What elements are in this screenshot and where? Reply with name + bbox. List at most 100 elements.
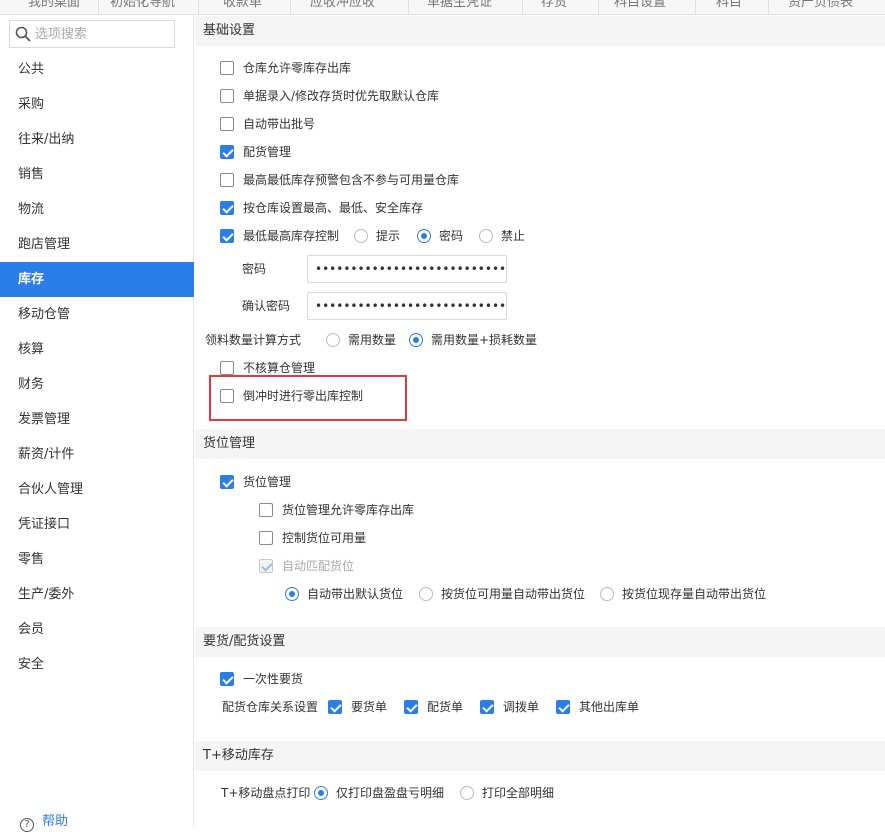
section-basic-title: 基础设置 <box>195 16 885 46</box>
sidebar-item-sales[interactable]: 销售 <box>0 157 194 192</box>
checkbox-checked[interactable] <box>220 229 234 243</box>
tab-receipt[interactable]: 收款单 <box>223 0 262 14</box>
checkbox-checked[interactable] <box>404 700 418 714</box>
tab-inventory[interactable]: 存货 <box>541 0 567 14</box>
checkbox[interactable] <box>220 117 234 131</box>
radio-calc-required-loss[interactable]: 需用数量+损耗数量 <box>409 329 537 351</box>
section-mobile-title: T+移动库存 <box>195 741 885 771</box>
password-label: 密码 <box>242 262 267 276</box>
checkbox-checked[interactable] <box>220 672 234 686</box>
mobile-print-label: T+移动盘点打印 <box>221 786 311 800</box>
sidebar-item-public[interactable]: 公共 <box>0 52 194 87</box>
radio[interactable] <box>460 786 474 800</box>
password-field[interactable] <box>307 255 507 283</box>
option-distribution-order[interactable]: 配货单 <box>404 696 463 718</box>
option-location-zero-stock[interactable]: 货位管理允许零库存出库 <box>259 499 414 521</box>
tab-my-desktop[interactable]: 我的桌面 <box>28 0 80 14</box>
sidebar-item-security[interactable]: 安全 <box>0 647 194 682</box>
sidebar-item-inventory[interactable]: 库存 <box>0 262 194 297</box>
option-stock-control[interactable]: 最低最高库存控制 <box>220 225 339 247</box>
sidebar-item-finance[interactable]: 财务 <box>0 367 194 402</box>
checkbox[interactable] <box>220 361 234 375</box>
checkbox-checked[interactable] <box>480 700 494 714</box>
radio-selected[interactable] <box>417 229 431 243</box>
sidebar-item-invoice[interactable]: 发票管理 <box>0 402 194 437</box>
tab-voucher[interactable]: 单据生凭证 <box>427 0 492 14</box>
confirm-password-field[interactable] <box>307 292 507 320</box>
checkbox[interactable] <box>259 531 273 545</box>
radio-by-available[interactable]: 按货位可用量自动带出货位 <box>419 583 585 605</box>
sidebar-item-store-visit[interactable]: 跑店管理 <box>0 227 194 262</box>
sidebar-item-member[interactable]: 会员 <box>0 612 194 647</box>
help-icon: ? <box>20 818 34 832</box>
option-backflush-zero-control[interactable]: 倒冲时进行零出库控制 <box>220 385 363 407</box>
settings-panel: 基础设置 仓库允许零库存出库 单据录入/修改存货时优先取默认仓库 自动带出批号 … <box>195 15 885 827</box>
sidebar-item-accounting[interactable]: 核算 <box>0 332 194 367</box>
radio-control-prompt[interactable]: 提示 <box>354 225 400 247</box>
search-box[interactable] <box>9 20 175 48</box>
checkbox[interactable] <box>259 503 273 517</box>
checkbox[interactable] <box>220 389 234 403</box>
radio-selected[interactable] <box>409 333 423 347</box>
checkbox-checked[interactable] <box>220 475 234 489</box>
top-tab-bar: 我的桌面 初始化导航 收款单 应收冲应收 单据生凭证 存货 科目设置 科目 资产… <box>0 0 885 15</box>
radio[interactable] <box>479 229 493 243</box>
sidebar-item-cashier[interactable]: 往来/出纳 <box>0 122 194 157</box>
option-one-time-request[interactable]: 一次性要货 <box>220 668 303 690</box>
checkbox-disabled <box>259 559 273 573</box>
option-location-availability[interactable]: 控制货位可用量 <box>259 527 366 549</box>
tab-init-nav[interactable]: 初始化导航 <box>110 0 175 14</box>
option-warehouse-limits[interactable]: 按仓库设置最高、最低、安全库存 <box>220 197 423 219</box>
option-location-mgmt[interactable]: 货位管理 <box>220 471 291 493</box>
radio-selected[interactable] <box>314 786 328 800</box>
sidebar-item-voucher-interface[interactable]: 凭证接口 <box>0 507 194 542</box>
option-allow-zero-stock[interactable]: 仓库允许零库存出库 <box>220 57 351 79</box>
radio-by-onhand[interactable]: 按货位现存量自动带出货位 <box>600 583 766 605</box>
checkbox-checked[interactable] <box>328 700 342 714</box>
sidebar: 公共 采购 往来/出纳 销售 物流 跑店管理 库存 移动仓管 核算 财务 发票管… <box>0 15 194 832</box>
tab-account-setup[interactable]: 科目设置 <box>614 0 666 14</box>
checkbox[interactable] <box>220 61 234 75</box>
search-icon <box>15 26 31 42</box>
radio[interactable] <box>326 333 340 347</box>
radio-control-password[interactable]: 密码 <box>417 225 463 247</box>
checkbox-checked[interactable] <box>556 700 570 714</box>
help-link[interactable]: ? 帮助 <box>20 812 68 832</box>
option-no-accounting-warehouse[interactable]: 不核算仓管理 <box>220 357 315 379</box>
radio-control-forbid[interactable]: 禁止 <box>479 225 525 247</box>
search-input[interactable] <box>35 24 170 44</box>
checkbox[interactable] <box>220 173 234 187</box>
radio-calc-required[interactable]: 需用数量 <box>326 329 396 351</box>
checkbox-checked[interactable] <box>220 145 234 159</box>
option-default-warehouse[interactable]: 单据录入/修改存货时优先取默认仓库 <box>220 85 439 107</box>
radio-selected[interactable] <box>285 587 299 601</box>
tab-balance-sheet[interactable]: 资产负债表 <box>788 0 853 14</box>
option-transfer-order[interactable]: 调拨单 <box>480 696 539 718</box>
sidebar-item-retail[interactable]: 零售 <box>0 542 194 577</box>
radio[interactable] <box>419 587 433 601</box>
checkbox-checked[interactable] <box>220 201 234 215</box>
option-auto-batch[interactable]: 自动带出批号 <box>220 113 315 135</box>
radio[interactable] <box>600 587 614 601</box>
radio-auto-default-location[interactable]: 自动带出默认货位 <box>285 583 403 605</box>
option-other-outbound[interactable]: 其他出库单 <box>556 696 639 718</box>
sidebar-item-partner[interactable]: 合伙人管理 <box>0 472 194 507</box>
sidebar-item-purchase[interactable]: 采购 <box>0 87 194 122</box>
checkbox[interactable] <box>220 89 234 103</box>
section-location-title: 货位管理 <box>195 429 885 459</box>
sidebar-item-payroll[interactable]: 薪资/计件 <box>0 437 194 472</box>
sidebar-item-production[interactable]: 生产/委外 <box>0 577 194 612</box>
tab-ar-offset[interactable]: 应收冲应收 <box>310 0 375 14</box>
radio[interactable] <box>354 229 368 243</box>
option-stock-warning[interactable]: 最高最低库存预警包含不参与可用量仓库 <box>220 169 459 191</box>
sidebar-nav: 公共 采购 往来/出纳 销售 物流 跑店管理 库存 移动仓管 核算 财务 发票管… <box>0 52 194 682</box>
option-request-order[interactable]: 要货单 <box>328 696 387 718</box>
calc-method-label: 领料数量计算方式 <box>205 333 302 347</box>
tab-account[interactable]: 科目 <box>716 0 742 14</box>
radio-print-diff-only[interactable]: 仅打印盘盈盘亏明细 <box>314 782 444 804</box>
relation-settings-label: 配货仓库关系设置 <box>222 700 319 714</box>
option-distribution-mgmt[interactable]: 配货管理 <box>220 141 291 163</box>
sidebar-item-logistics[interactable]: 物流 <box>0 192 194 227</box>
radio-print-all[interactable]: 打印全部明细 <box>460 782 554 804</box>
sidebar-item-mobile-warehouse[interactable]: 移动仓管 <box>0 297 194 332</box>
